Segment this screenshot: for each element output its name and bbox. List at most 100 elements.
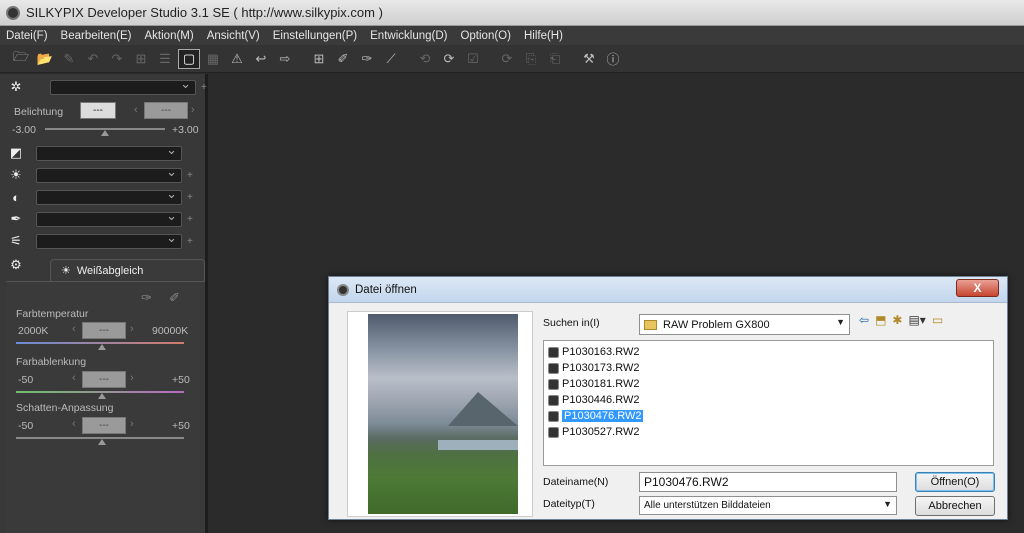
tint-max: +50 [172, 374, 190, 386]
folder-icon[interactable]: ▭ [932, 313, 943, 327]
menu-help[interactable]: Hilfe(H) [524, 30, 563, 42]
check-icon[interactable]: ☑ [462, 49, 484, 69]
menu-file[interactable]: Datei(F) [6, 30, 48, 42]
tint-slider-handle[interactable] [98, 393, 106, 399]
filetype-value: Alle unterstützen Bilddateien [644, 500, 771, 511]
warning-icon[interactable]: ⚠ [226, 49, 248, 69]
sun-icon: ☀ [61, 265, 71, 277]
view-menu-icon[interactable]: ▤▾ [908, 313, 925, 327]
exposure-value[interactable]: --- [80, 102, 116, 119]
filename-input[interactable]: P1030476.RW2 [639, 472, 897, 492]
tone-row: ◩ [6, 142, 182, 162]
dialog-title: Datei öffnen [355, 283, 417, 296]
prev-icon[interactable]: ⟲ [414, 49, 436, 69]
compare-view-icon[interactable]: ▦ [202, 49, 224, 69]
single-view-icon[interactable]: ▢ [178, 48, 200, 69]
noise-row: ⚟ + [6, 230, 193, 250]
exposure-max: +3.00 [172, 124, 199, 136]
menu-develop[interactable]: Entwicklung(D) [370, 30, 447, 42]
menu-view[interactable]: Ansicht(V) [207, 30, 260, 42]
list-item[interactable]: P1030163.RW2 [548, 344, 989, 360]
preset-select[interactable] [50, 76, 196, 95]
brush-icon: ⚟ [10, 233, 22, 248]
copy-settings-icon[interactable]: ⎘ [520, 49, 542, 69]
contrast-icon: ◐ [12, 189, 20, 205]
cogs-icon[interactable]: ⚙ [6, 256, 26, 274]
color-temp-min: 2000K [18, 325, 49, 337]
tab-white-balance[interactable]: ☀ Weißabgleich [50, 259, 205, 281]
add-icon[interactable]: + [187, 214, 193, 225]
raw-file-icon [548, 378, 559, 390]
arrow-right-icon[interactable]: › [191, 104, 195, 116]
menu-edit[interactable]: Bearbeiten(E) [61, 30, 132, 42]
menu-option[interactable]: Option(O) [460, 30, 511, 42]
menu-settings[interactable]: Einstellungen(P) [273, 30, 357, 42]
list-item-selected[interactable]: P1030476.RW2 [548, 408, 989, 424]
file-list[interactable]: P1030163.RW2 P1030173.RW2 P1030181.RW2 P… [543, 340, 994, 466]
arrow-left-icon[interactable]: ‹ [72, 418, 76, 430]
pipette-icon[interactable]: ✐ [169, 290, 180, 306]
back-icon[interactable]: ⇦ [859, 313, 869, 327]
dialog-title-bar[interactable]: Datei öffnen [329, 277, 1007, 303]
arrow-left-icon[interactable]: ‹ [72, 372, 76, 384]
color-temp-value[interactable]: --- [82, 322, 126, 339]
eyedropper-icon[interactable]: ✑ [141, 290, 152, 306]
eyedropper-icon[interactable]: ✐ [332, 49, 354, 69]
brush-icon[interactable]: ✎ [58, 49, 80, 69]
paste-settings-icon[interactable]: ⎗ [544, 49, 566, 69]
color-temp-label: Farbtemperatur [16, 308, 89, 320]
open-button[interactable]: Öffnen(O) [915, 472, 995, 492]
open-folder-icon[interactable]: 📂 [34, 49, 56, 69]
noise-select[interactable] [36, 230, 182, 249]
list-view-icon[interactable]: ☰ [154, 49, 176, 69]
next-icon[interactable]: ⟳ [438, 49, 460, 69]
undo-icon[interactable]: ↶ [82, 49, 104, 69]
list-item[interactable]: P1030446.RW2 [548, 392, 989, 408]
rotate-right-icon[interactable]: ⇨ [274, 49, 296, 69]
exposure-slider-handle[interactable] [101, 130, 109, 136]
sharpness-select[interactable] [36, 208, 182, 227]
list-item[interactable]: P1030173.RW2 [548, 360, 989, 376]
grid-view-icon[interactable]: ⊞ [130, 49, 152, 69]
arrow-right-icon[interactable]: › [130, 323, 134, 335]
new-folder-icon[interactable]: ✱ [892, 313, 902, 327]
chevron-down-icon: ▼ [836, 317, 845, 327]
arrow-left-icon[interactable]: ‹ [134, 104, 138, 116]
brightness-select[interactable] [36, 164, 182, 183]
shadow-value[interactable]: --- [82, 417, 126, 434]
develop-icon[interactable]: ⚒ [578, 49, 600, 69]
rotate-left-icon[interactable]: ↩ [250, 49, 272, 69]
tint-value[interactable]: --- [82, 371, 126, 388]
color-temp-slider-handle[interactable] [98, 344, 106, 350]
raw-file-icon [548, 394, 559, 406]
shadow-slider-handle[interactable] [98, 439, 106, 445]
contrast-select[interactable] [36, 186, 182, 205]
filename-value: P1030476.RW2 [644, 475, 729, 489]
raw-file-icon [548, 362, 559, 374]
close-button[interactable]: X [956, 279, 999, 297]
straighten-icon[interactable]: ⟋ [380, 49, 402, 69]
white-balance-panel: ✑ ✐ Farbtemperatur 2000K ‹ --- › 90000K … [6, 281, 205, 533]
add-icon[interactable]: + [201, 82, 207, 93]
sync-icon[interactable]: ⟳ [496, 49, 518, 69]
grid-icon[interactable]: ⊞ [308, 49, 330, 69]
pipette-icon[interactable]: ✑ [356, 49, 378, 69]
info-icon[interactable]: ⓘ [602, 49, 624, 69]
arrow-left-icon[interactable]: ‹ [72, 323, 76, 335]
up-folder-icon[interactable]: ⬒ [875, 313, 886, 327]
open-file-icon[interactable]: 🗁 [10, 49, 32, 69]
arrow-right-icon[interactable]: › [130, 372, 134, 384]
list-item[interactable]: P1030181.RW2 [548, 376, 989, 392]
add-icon[interactable]: + [187, 192, 193, 203]
look-in-select[interactable]: RAW Problem GX800 ▼ [639, 314, 850, 335]
list-item[interactable]: P1030527.RW2 [548, 424, 989, 440]
exposure-value-2[interactable]: --- [144, 102, 188, 119]
add-icon[interactable]: + [187, 170, 193, 181]
menu-action[interactable]: Aktion(M) [145, 30, 194, 42]
add-icon[interactable]: + [187, 236, 193, 247]
cancel-button[interactable]: Abbrechen [915, 496, 995, 516]
tone-select[interactable] [36, 142, 182, 161]
redo-icon[interactable]: ↷ [106, 49, 128, 69]
filetype-select[interactable]: Alle unterstützen Bilddateien ▼ [639, 496, 897, 515]
arrow-right-icon[interactable]: › [130, 418, 134, 430]
